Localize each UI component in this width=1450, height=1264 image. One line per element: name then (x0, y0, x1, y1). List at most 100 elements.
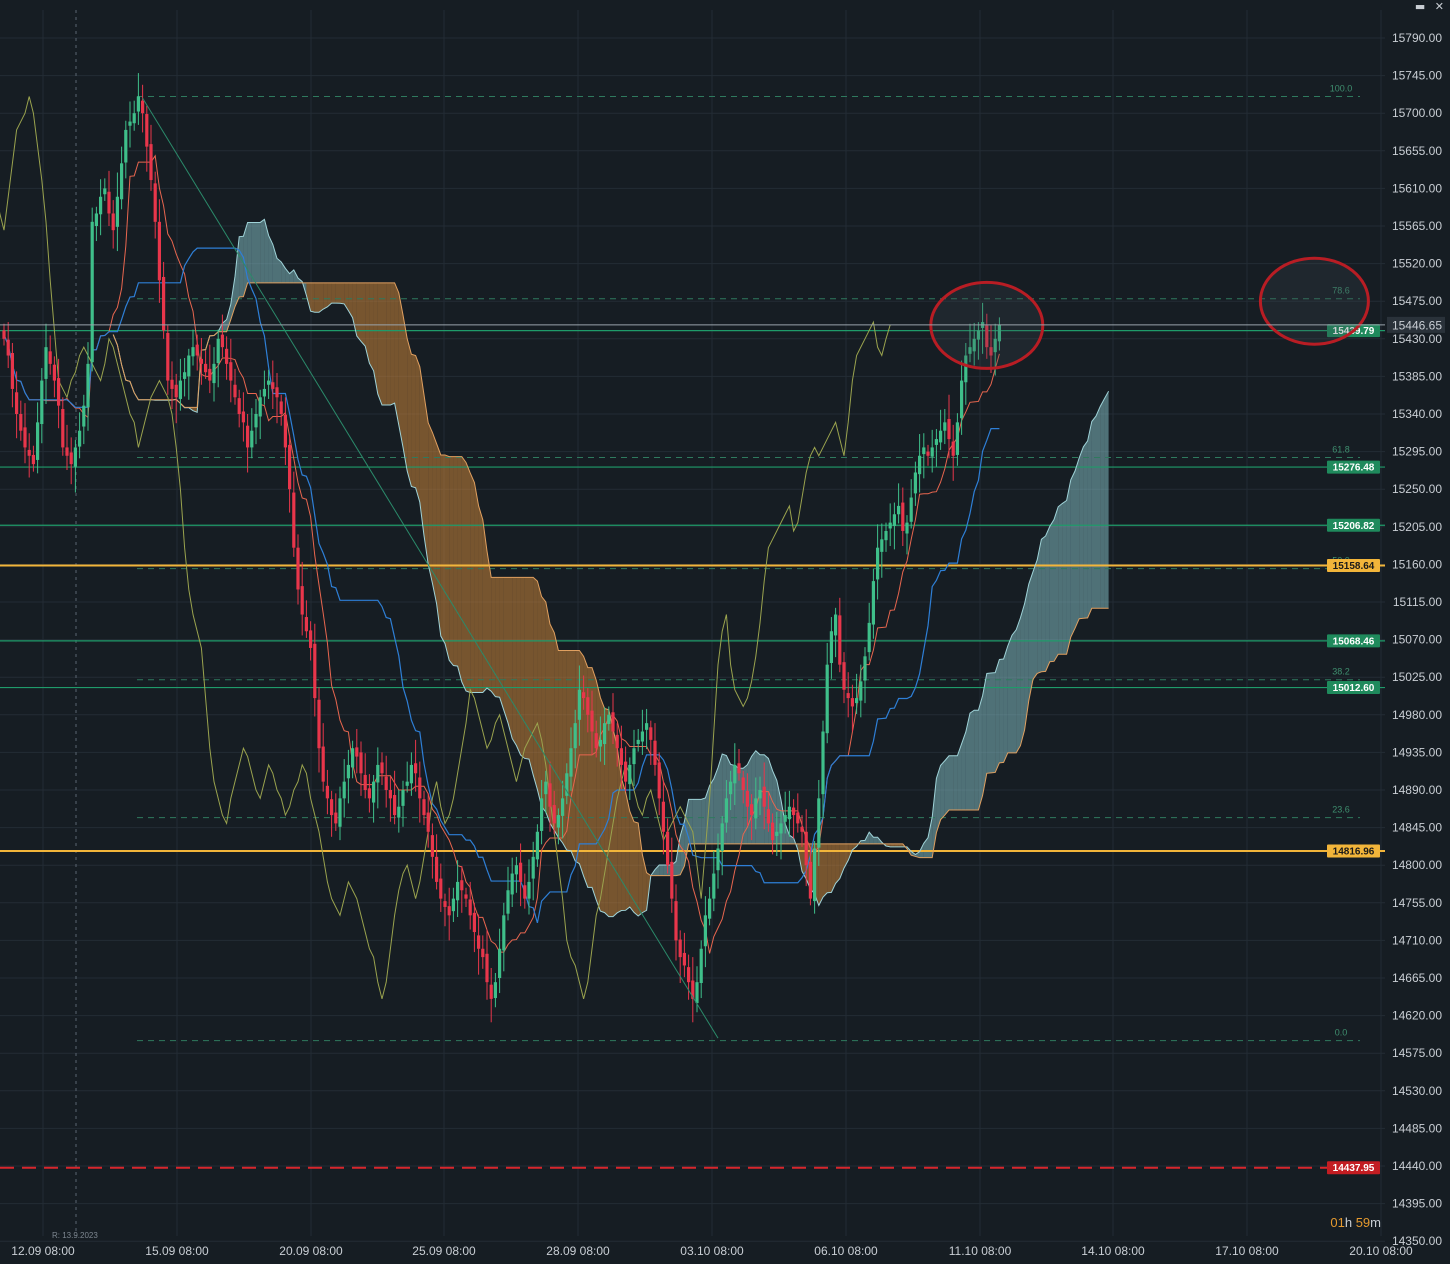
candle-body (754, 798, 758, 819)
y-tick-label: 14485.00 (1392, 1121, 1442, 1135)
candle-body (687, 967, 691, 983)
cloud-segment-65 (386, 282, 391, 406)
candle-body (674, 901, 678, 941)
candle-body (451, 898, 455, 912)
y-tick-label: 14980.00 (1392, 708, 1442, 722)
minimize-icon[interactable]: ▬ (1415, 0, 1425, 13)
cloud-segment-64 (382, 282, 387, 406)
candle-body (10, 353, 14, 389)
cloud-segment-220 (1037, 539, 1042, 674)
candle-body (569, 748, 573, 777)
cloud-segment-202 (961, 731, 966, 811)
cloud-segment-70 (407, 338, 412, 487)
candle-body (481, 948, 485, 958)
cloud-segment-53 (335, 282, 340, 304)
candle-body (905, 522, 909, 534)
candle-body (913, 472, 917, 494)
candle-body (103, 188, 107, 195)
candle-body (233, 384, 237, 398)
candle-body (943, 422, 947, 431)
candle (90, 207, 94, 372)
candle-body (855, 698, 859, 704)
candle-body (787, 806, 791, 820)
candle-body (527, 881, 531, 899)
candle-body (590, 710, 594, 732)
cloud-segment-111 (579, 650, 584, 877)
y-tick-label: 15070.00 (1392, 633, 1442, 647)
candle-body (107, 191, 111, 214)
candle-body (573, 723, 577, 749)
candle-body (548, 783, 552, 807)
x-tick-label: 28.09 08:00 (546, 1244, 610, 1258)
candle-body (23, 427, 27, 448)
cloud-segment-69 (403, 314, 408, 472)
cloud-segment-101 (537, 581, 542, 807)
candle-body (183, 372, 187, 379)
cloud-segment-137 (688, 799, 693, 844)
candle-body (283, 414, 287, 448)
candle-body (153, 183, 157, 222)
cloud-segment-235 (1100, 398, 1105, 609)
candle-body (275, 387, 279, 398)
cloud-segment-72 (415, 355, 420, 503)
close-icon[interactable]: ✕ (1435, 0, 1444, 13)
x-tick-label: 25.09 08:00 (412, 1244, 476, 1258)
candle-body (19, 414, 23, 431)
cloud-segment-59 (361, 282, 366, 347)
candle-body (779, 823, 783, 834)
candle-body (876, 547, 880, 580)
y-tick-label: 15160.00 (1392, 557, 1442, 571)
cloud-segment-199 (949, 755, 954, 811)
candle-body (132, 113, 136, 124)
cloud-segment-100 (533, 577, 538, 790)
candle-body (82, 405, 86, 427)
cloud-segment-130 (659, 864, 664, 876)
candle-body (372, 781, 376, 803)
candle-body (204, 363, 208, 373)
y-tick-label: 15340.00 (1392, 407, 1442, 421)
candle-body (951, 441, 955, 456)
candle-body (57, 378, 61, 406)
candle-body (330, 799, 334, 816)
cloud-segment-87 (478, 505, 483, 693)
x-tick-label: 20.09 08:00 (279, 1244, 343, 1258)
cloud-segment-85 (470, 472, 475, 693)
candle-body (40, 380, 44, 425)
candle-body (409, 764, 413, 784)
candle-body (166, 332, 170, 381)
candle-body (94, 213, 98, 226)
candle-body (523, 885, 527, 899)
highlight-circle-0[interactable] (929, 280, 1045, 370)
cloud-segment-84 (466, 462, 471, 693)
y-tick-label: 15250.00 (1392, 482, 1442, 496)
y-tick-label: 14800.00 (1392, 858, 1442, 872)
cloud-segment-96 (516, 577, 521, 756)
cloud-segment-181 (873, 837, 878, 844)
candle-body (313, 643, 317, 699)
candle-body (888, 522, 892, 529)
candle-body (6, 339, 10, 356)
candle-body (61, 408, 65, 448)
candle-body (771, 822, 775, 841)
chart-canvas[interactable]: 100.078.661.850.038.223.60.0 15439.79152… (0, 0, 1450, 1264)
y-tick-label: 15520.00 (1392, 257, 1442, 271)
candle-body (603, 723, 607, 745)
cloud-segment-93 (503, 577, 508, 723)
candle-body (850, 698, 854, 707)
x-tick-label: 14.10 08:00 (1081, 1244, 1145, 1258)
candle-body (401, 790, 405, 806)
candle-body (682, 952, 686, 966)
cloud-segment-102 (541, 596, 546, 812)
candle-body (418, 777, 422, 799)
ichimoku-candlestick-chart[interactable]: 100.078.661.850.038.223.60.0 15439.79152… (0, 0, 1450, 1264)
candle-body (489, 984, 493, 999)
cloud-segment-30 (239, 236, 244, 298)
candle-body (699, 948, 703, 984)
candle-body (115, 196, 119, 227)
candle-body (901, 502, 905, 531)
highlight-circle-1[interactable] (1258, 256, 1370, 346)
cloud-segment-198 (944, 755, 949, 816)
candle-body (300, 586, 304, 615)
cloud-segment-52 (331, 282, 336, 304)
x-tick-label: 17.10 08:00 (1215, 1244, 1279, 1258)
